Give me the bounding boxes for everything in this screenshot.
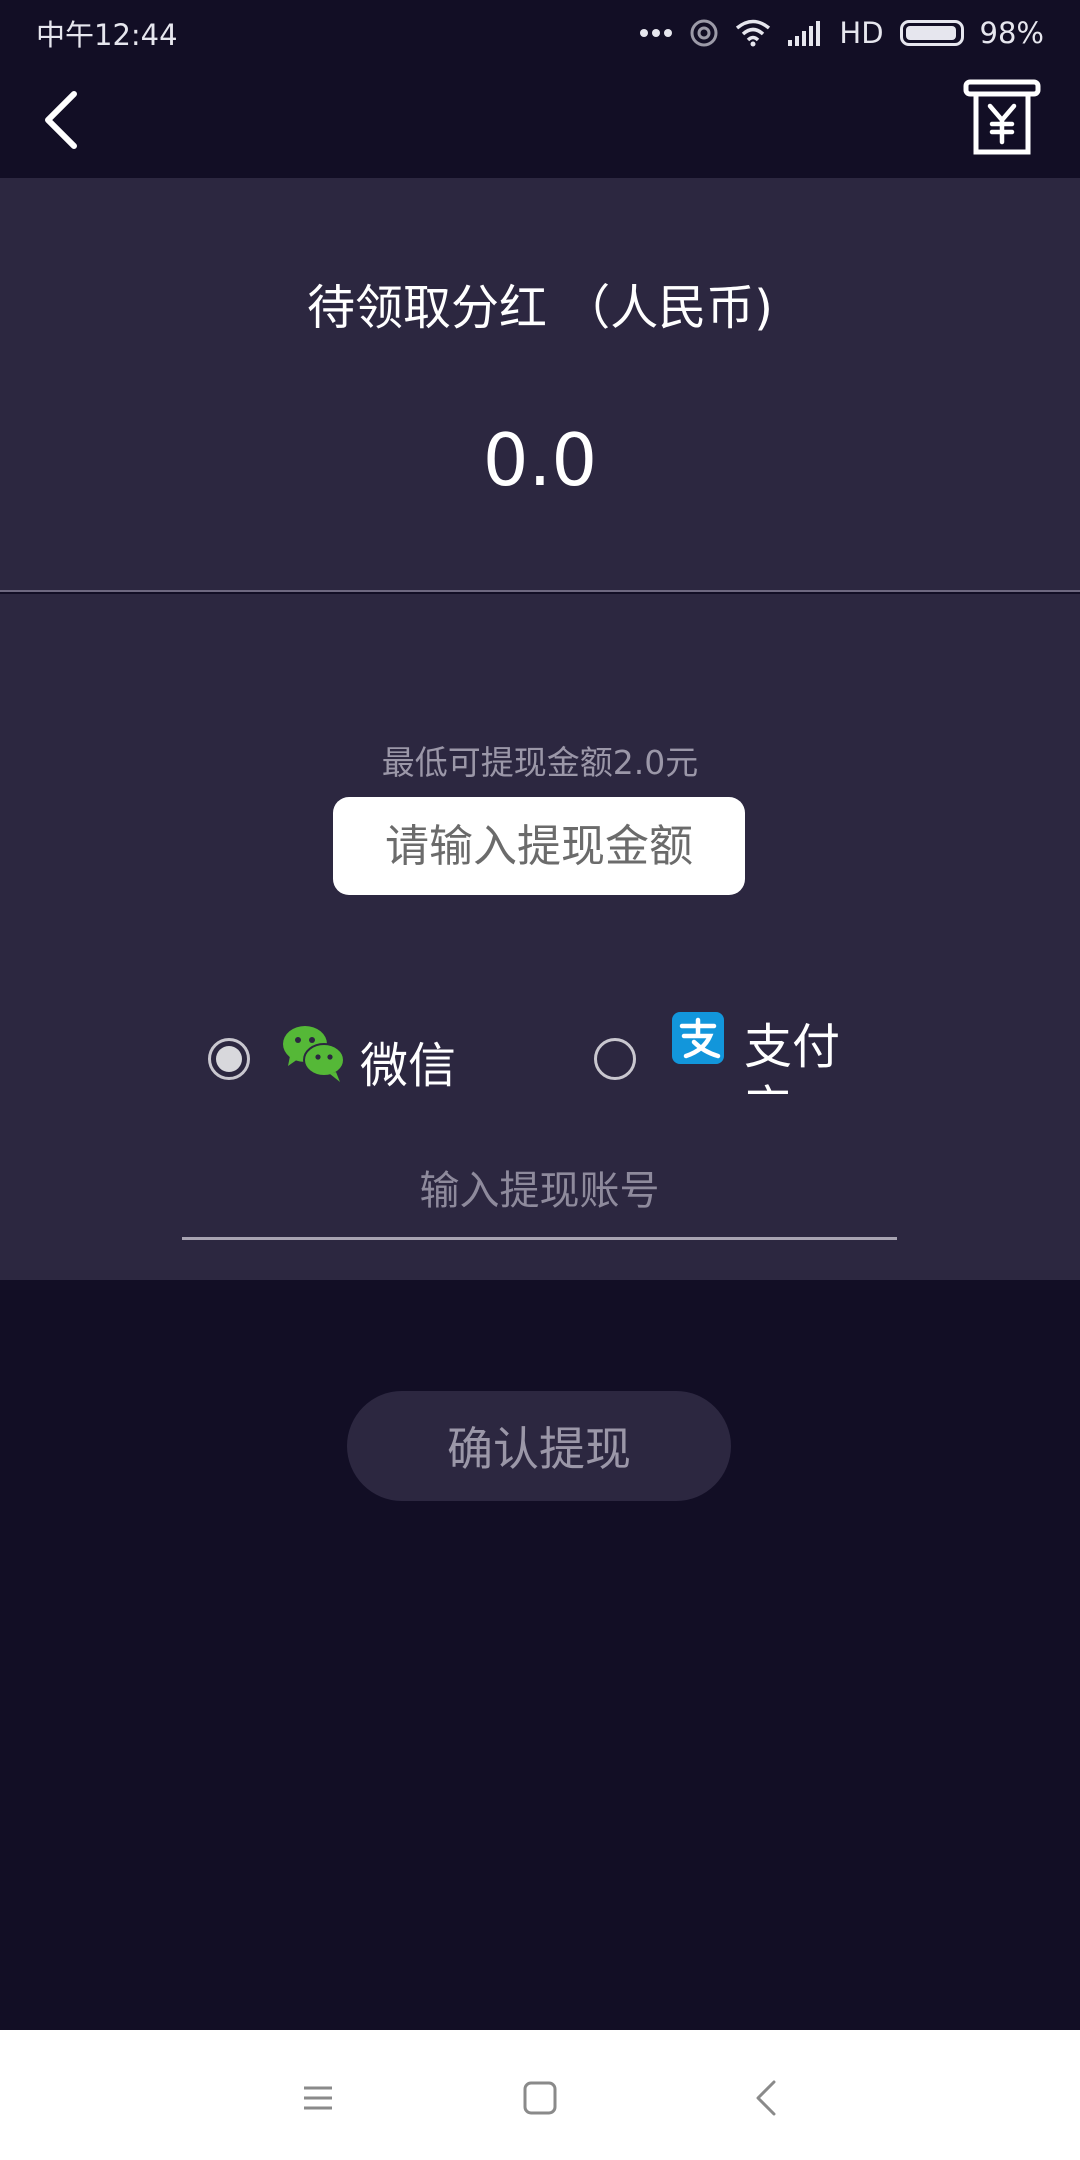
status-bar: 中午12:44 HD 98%	[0, 0, 1080, 66]
status-indicators: HD 98%	[639, 16, 1044, 50]
chevron-left-icon	[45, 91, 77, 149]
wifi-icon	[736, 19, 771, 47]
home-square-icon[interactable]	[512, 2070, 568, 2126]
status-time: 中午12:44	[36, 18, 178, 52]
back-button[interactable]	[30, 80, 110, 160]
network-type: HD	[839, 16, 884, 50]
withdraw-screen: 中午12:44 HD 98% 待领取分红 （人民币) 0.0 最低可提现金额2.…	[0, 0, 1080, 2160]
battery-level	[905, 26, 957, 40]
wechat-radio[interactable]	[208, 1038, 250, 1080]
balance-panel: 待领取分红 （人民币) 0.0	[0, 178, 1080, 592]
battery-percent: 98%	[979, 16, 1044, 50]
more-dots-icon	[640, 29, 673, 37]
withdraw-form: 最低可提现金额2.0元 微信 支付宝	[0, 594, 1080, 1280]
wechat-label: 微信	[360, 1038, 457, 1094]
payment-option-wechat[interactable]: 微信	[208, 1010, 488, 1110]
balance-title: 待领取分红 （人民币)	[307, 280, 773, 336]
alipay-label: 支付宝	[744, 1019, 841, 1094]
confirm-withdraw-button[interactable]: 确认提现	[347, 1391, 731, 1501]
battery-icon	[899, 20, 964, 46]
balance-amount: 0.0	[482, 418, 598, 502]
wechat-icon	[283, 1026, 345, 1082]
yuan-receipt-icon	[963, 79, 1041, 155]
top-nav	[0, 66, 1080, 178]
system-nav-bar	[0, 2030, 1080, 2160]
withdraw-records-button[interactable]	[962, 76, 1042, 160]
hotspot-icon	[690, 19, 718, 47]
alipay-icon	[672, 1012, 724, 1064]
min-amount-hint: 最低可提现金额2.0元	[381, 743, 699, 782]
signal-icon	[788, 21, 821, 46]
menu-icon[interactable]	[290, 2070, 346, 2126]
withdraw-account-input[interactable]	[182, 1144, 897, 1240]
withdraw-amount-input[interactable]	[333, 797, 745, 895]
back-triangle-icon[interactable]	[740, 2070, 796, 2126]
payment-option-alipay[interactable]: 支付宝	[594, 1010, 884, 1110]
alipay-radio[interactable]	[594, 1038, 636, 1080]
